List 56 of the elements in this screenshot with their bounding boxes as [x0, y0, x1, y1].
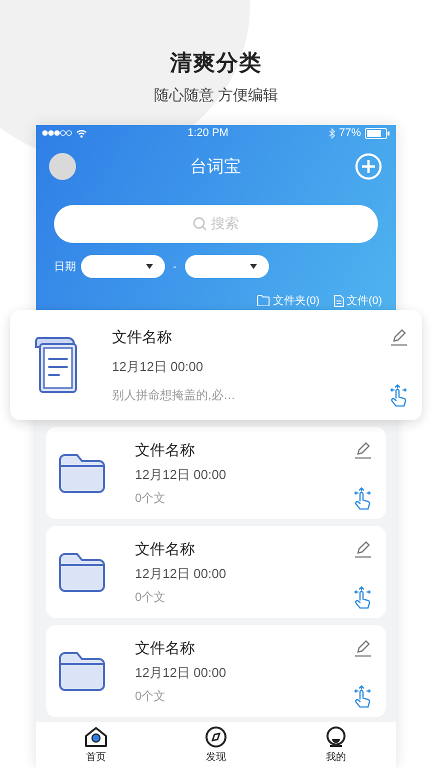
- date-label: 日期: [54, 260, 76, 274]
- item-name: 文件名称: [112, 328, 173, 347]
- bluetooth-icon: [328, 128, 335, 138]
- app-title: 台词宝: [190, 156, 241, 178]
- caret-icon: [250, 264, 257, 269]
- pencil-icon[interactable]: [390, 328, 408, 346]
- date-separator: -: [173, 260, 177, 272]
- folder-icon: [58, 551, 106, 593]
- count-label: 文件夹(0): [273, 294, 320, 308]
- item-name: 文件名称: [135, 639, 196, 658]
- folder-card[interactable]: 文件名称 12月12日 00:00 0个文: [46, 625, 386, 717]
- item-detail: 别人拼命想掩盖的,必…: [112, 387, 236, 404]
- caret-icon: [146, 264, 153, 269]
- status-time: 1:20 PM: [188, 127, 228, 139]
- item-name: 文件名称: [135, 540, 196, 559]
- item-detail: 0个文: [135, 490, 167, 507]
- home-icon: [84, 726, 108, 748]
- nav-tab[interactable]: 我的: [306, 726, 366, 764]
- drag-hand-icon[interactable]: [352, 685, 372, 709]
- avatar[interactable]: [49, 152, 76, 180]
- battery-percent: 77%: [338, 127, 361, 139]
- pencil-icon[interactable]: [354, 540, 372, 558]
- pencil-icon[interactable]: [354, 639, 372, 657]
- item-detail: 0个文: [135, 688, 167, 705]
- folder-outline-icon: [257, 295, 270, 306]
- search-icon: [193, 217, 207, 231]
- heading-title: 清爽分类: [170, 49, 262, 77]
- item-detail: 0个文: [135, 589, 167, 606]
- count-label: 文件(0): [346, 294, 382, 308]
- item-date: 12月12日 00:00: [112, 358, 204, 376]
- profile-icon: [325, 726, 347, 748]
- document-icon: [32, 335, 80, 395]
- folder-card[interactable]: 文件名称 12月12日 00:00 0个文: [46, 526, 386, 618]
- file-outline-icon: [334, 294, 344, 306]
- file-card[interactable]: 文件名称 12月12日 00:00 别人拼命想掩盖的,必…: [10, 310, 422, 420]
- pencil-icon[interactable]: [354, 441, 372, 459]
- item-date: 12月12日 00:00: [135, 565, 228, 583]
- signal-icon: [42, 130, 72, 136]
- drag-hand-icon[interactable]: [352, 487, 372, 511]
- item-name: 文件名称: [135, 441, 196, 460]
- nav-tab[interactable]: 发现: [186, 726, 246, 764]
- compass-icon: [205, 726, 227, 748]
- item-date: 12月12日 00:00: [135, 466, 228, 484]
- item-date: 12月12日 00:00: [135, 664, 228, 682]
- drag-hand-icon[interactable]: [352, 586, 372, 610]
- heading-subtitle: 随心随意 方便编辑: [154, 86, 278, 105]
- end-date-dropdown[interactable]: [184, 255, 269, 278]
- wifi-icon: [76, 128, 87, 138]
- drag-hand-icon[interactable]: [388, 384, 408, 408]
- start-date-dropdown[interactable]: [81, 255, 165, 278]
- folder-icon: [58, 650, 106, 692]
- folder-icon: [58, 452, 106, 494]
- battery-icon: [365, 128, 390, 138]
- folder-card[interactable]: 文件名称 12月12日 00:00 0个文: [46, 427, 386, 519]
- add-icon[interactable]: [355, 152, 382, 180]
- nav-tab[interactable]: 首页: [66, 726, 126, 764]
